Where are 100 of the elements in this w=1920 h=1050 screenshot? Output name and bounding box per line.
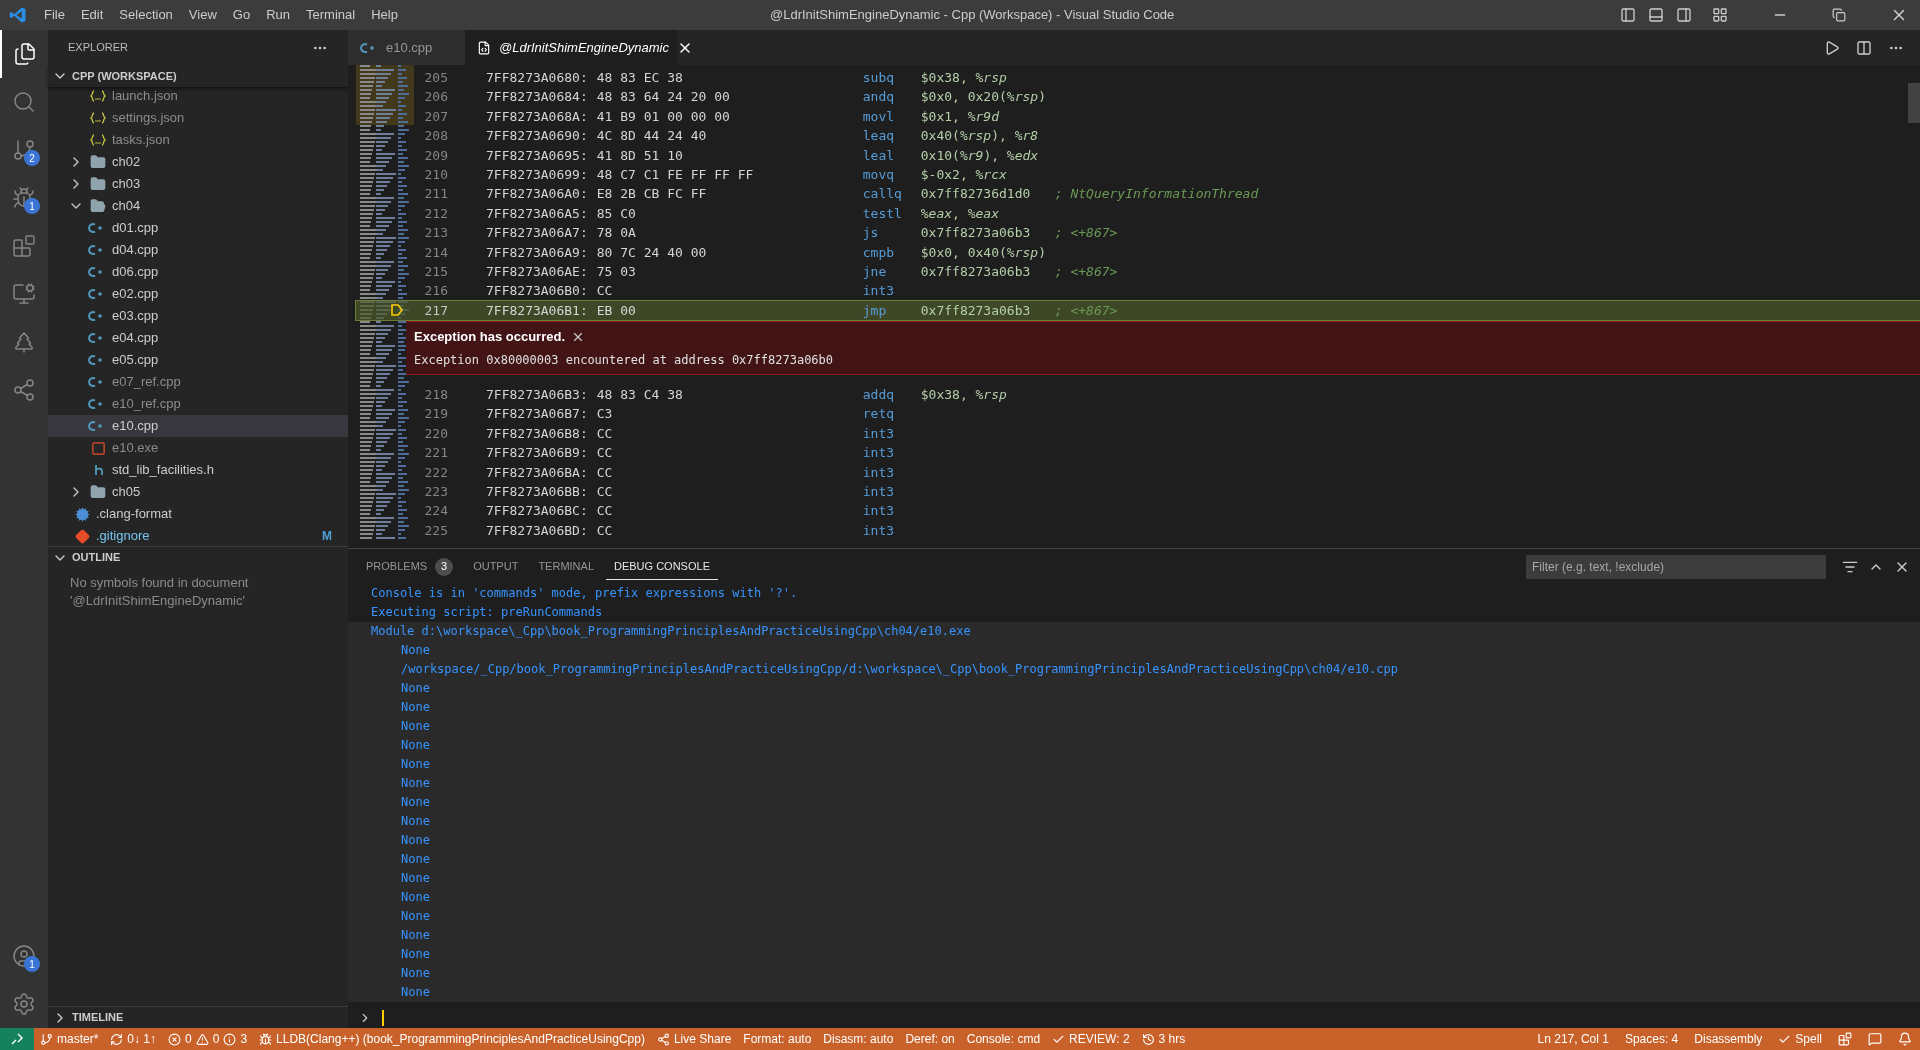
- modified-label: M: [322, 528, 332, 545]
- line-number: 221: [423, 444, 448, 463]
- explorer-entry[interactable]: d01.cpp: [48, 217, 348, 239]
- feedback-icon[interactable]: [1868, 1032, 1882, 1046]
- account-button[interactable]: 1: [0, 932, 48, 980]
- status-item[interactable]: Spaces: 4: [1616, 1030, 1687, 1048]
- explorer-entry[interactable]: std_lib_facilities.h: [48, 459, 348, 481]
- problems-item[interactable]: 0 0 3: [162, 1030, 254, 1048]
- explorer-entry[interactable]: e10.exe: [48, 437, 348, 459]
- menu-item[interactable]: Run: [258, 5, 298, 25]
- menu-item[interactable]: Edit: [72, 5, 112, 25]
- line-number: 217: [423, 301, 448, 320]
- panel-tab[interactable]: DEBUG CONSOLE: [606, 553, 718, 580]
- panel-tab[interactable]: PROBLEMS 3: [358, 553, 462, 580]
- extension-icon[interactable]: [1838, 1032, 1852, 1046]
- time-item[interactable]: 3 hrs: [1135, 1030, 1192, 1048]
- explorer-entry[interactable]: e05.cpp: [48, 349, 348, 371]
- instruction: addq: [862, 386, 896, 405]
- explorer-entry[interactable]: .clang-format: [48, 503, 348, 525]
- comment: ; <+867>: [1054, 224, 1118, 243]
- address: 7FF8273A06A0:: [486, 185, 588, 204]
- status-item[interactable]: Disasm: auto: [817, 1030, 900, 1048]
- explorer-entry[interactable]: e10_ref.cpp: [48, 393, 348, 415]
- menu-item[interactable]: Help: [363, 5, 406, 25]
- debug-tab[interactable]: 1: [0, 174, 48, 222]
- byte-codes: 48 83 C4 38: [596, 386, 684, 405]
- explorer-entry[interactable]: e07_ref.cpp: [48, 371, 348, 393]
- menu-item[interactable]: Go: [224, 5, 259, 25]
- split-editor-icon[interactable]: [1856, 39, 1872, 56]
- line-number: 218: [423, 386, 448, 405]
- explorer-entry[interactable]: ch04: [48, 195, 348, 217]
- arrow-icon: [390, 303, 404, 318]
- section-header[interactable]: OUTLINE: [48, 546, 348, 568]
- explorer-entry[interactable]: launch.json: [48, 87, 348, 107]
- instruction: cmpb: [862, 243, 896, 262]
- section-header[interactable]: CPP (WORKSPACE): [48, 65, 348, 87]
- restore-icon[interactable]: [1832, 8, 1846, 22]
- console-group-header[interactable]: Module d:\workspace\_Cpp\book_ProgrammingPrinciplesAndPracticeUsingCpp\ch04/e10.exe: [348, 622, 1920, 641]
- byte-codes: 41 8D 51 10: [596, 146, 684, 165]
- status-item[interactable]: Format: auto: [737, 1030, 818, 1048]
- line-number: 219: [423, 405, 448, 424]
- menu-item[interactable]: Selection: [111, 5, 181, 25]
- explorer-entry[interactable]: e03.cpp: [48, 305, 348, 327]
- explorer-entry[interactable]: ch03: [48, 173, 348, 195]
- operands: $0x38, %rsp: [920, 386, 1008, 405]
- menu-item[interactable]: File: [36, 5, 73, 25]
- editor-tab[interactable]: e10.cpp: [348, 30, 465, 65]
- filter-field[interactable]: Filter (e.g. text, !exclude): [1526, 554, 1826, 579]
- explorer-entry[interactable]: e04.cpp: [48, 327, 348, 349]
- explorer-entry[interactable]: ch05: [48, 481, 348, 503]
- status-item[interactable]: Deref: on: [899, 1030, 961, 1048]
- debug-item[interactable]: LLDB(Clang++) (book_ProgrammingPrinciplesAndPracticeUsingCpp): [253, 1030, 651, 1048]
- instruction: retq: [862, 405, 896, 424]
- panel-tab[interactable]: TERMINAL: [530, 553, 602, 580]
- operands: $-0x2, %rcx: [920, 165, 1008, 184]
- branch-icon: [12, 138, 36, 162]
- review-item[interactable]: REVIEW: 2: [1046, 1030, 1136, 1048]
- secondary-sidebar-toggle-icon[interactable]: [1676, 7, 1692, 23]
- instruction: int3: [862, 502, 896, 521]
- explorer-entry[interactable]: d04.cpp: [48, 239, 348, 261]
- explorer-entry[interactable]: e10.cpp: [48, 415, 348, 437]
- live-share-item[interactable]: Live Share: [650, 1030, 738, 1048]
- panel-tab[interactable]: OUTPUT: [465, 553, 527, 580]
- status-item[interactable]: Console: cmd: [960, 1030, 1047, 1048]
- status-item[interactable]: Disassembly: [1686, 1030, 1771, 1048]
- comment: ; NtQueryInformationThread: [1054, 185, 1259, 204]
- address: 7FF8273A06B9:: [486, 444, 588, 463]
- source-control-tab[interactable]: 2: [0, 126, 48, 174]
- explorer-entry[interactable]: ch02: [48, 151, 348, 173]
- explorer-entry[interactable]: e02.cpp: [48, 283, 348, 305]
- explorer-entry[interactable]: settings.json: [48, 107, 348, 129]
- line-number: 208: [423, 127, 448, 146]
- explorer-entry[interactable]: .gitignore M: [48, 525, 348, 546]
- panel-toggle-icon[interactable]: [1648, 7, 1664, 23]
- files-icon: [13, 42, 37, 66]
- explorer-entry[interactable]: tasks.json: [48, 129, 348, 151]
- byte-codes: 75 03: [596, 262, 637, 281]
- address: 7FF8273A06A9:: [486, 243, 588, 262]
- address: 7FF8273A06B7:: [486, 405, 588, 424]
- layout-icon[interactable]: [1712, 7, 1728, 23]
- byte-codes: 48 C7 C1 FE FF FF FF: [596, 165, 755, 184]
- sidebar-toggle-icon[interactable]: [1620, 7, 1636, 23]
- instruction: movq: [862, 165, 896, 184]
- menu-item[interactable]: View: [180, 5, 225, 25]
- operands: 0x7ff82736d1d0: [920, 185, 1032, 204]
- remote-icon: [10, 1032, 24, 1046]
- byte-codes: C3: [596, 405, 614, 424]
- bell-icon[interactable]: [1898, 1032, 1912, 1046]
- instruction: int3: [862, 463, 896, 482]
- comment: ; <+867>: [1054, 262, 1118, 281]
- status-item[interactable]: Ln 217, Col 1: [1529, 1030, 1617, 1048]
- branch-item[interactable]: master*: [34, 1030, 105, 1048]
- spell-item[interactable]: Spell: [1770, 1030, 1830, 1048]
- explorer-entry[interactable]: d06.cpp: [48, 261, 348, 283]
- sync-item[interactable]: 0↓ 1↑: [104, 1030, 163, 1048]
- run-icon[interactable]: [1824, 39, 1840, 56]
- line-number: 209: [423, 146, 448, 165]
- address: 7FF8273A06B1:: [486, 301, 588, 320]
- line-number: 210: [423, 165, 448, 184]
- menu-item[interactable]: Terminal: [298, 5, 364, 25]
